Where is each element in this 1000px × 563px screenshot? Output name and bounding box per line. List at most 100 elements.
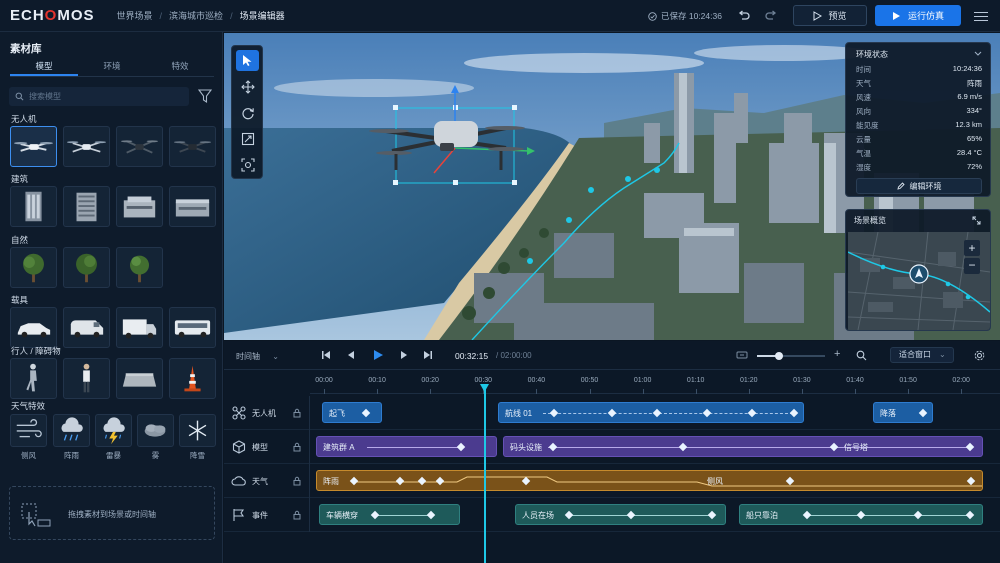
scale-tool[interactable] [236, 128, 259, 149]
play-icon [813, 10, 823, 21]
category-nature: 自然 [11, 235, 29, 245]
asset-shower[interactable] [53, 414, 90, 447]
asset-drone-2[interactable] [63, 126, 110, 167]
clip-landing[interactable]: 降落 [873, 402, 933, 423]
skip-forward-icon[interactable] [423, 350, 433, 360]
env-row-time: 时间 10:24:36 [856, 64, 982, 74]
app-logo[interactable]: ECHOMOS [10, 7, 95, 24]
asset-drone-1[interactable] [10, 126, 57, 167]
edit-icon [896, 182, 905, 190]
rotate-tool[interactable] [236, 102, 259, 123]
lock-icon[interactable] [293, 442, 301, 452]
undo-icon[interactable] [737, 9, 751, 23]
playhead[interactable] [484, 388, 486, 563]
asset-crosswind[interactable] [10, 414, 47, 447]
asset-fog[interactable] [137, 414, 174, 447]
asset-traffic-cone[interactable] [169, 358, 216, 399]
asset-barrier[interactable] [116, 358, 163, 399]
redo-icon[interactable] [764, 9, 778, 23]
skip-back-icon[interactable] [321, 350, 331, 360]
clip-dock-facility[interactable]: 码头设施 信号塔 [503, 436, 983, 457]
asset-building-1[interactable] [10, 186, 57, 227]
asset-van[interactable] [63, 307, 110, 348]
viewport-toolbar [231, 45, 263, 179]
zoom-in-button[interactable]: + [964, 240, 980, 256]
ruler-tick: 00:50 [580, 377, 599, 384]
asset-pedestrian-1[interactable] [10, 358, 57, 399]
env-row-wind-direction: 风向 334° [856, 106, 982, 116]
timeline-mode-select[interactable]: 时间轴 ⌄ [236, 351, 279, 362]
camera-tool[interactable] [236, 154, 259, 175]
tab-effects[interactable]: 特效 [146, 59, 214, 76]
clip-weather-shower[interactable]: 阵雨 侧风 [316, 470, 983, 491]
tab-environment[interactable]: 环境 [78, 59, 146, 76]
fit-window-select[interactable]: 适合窗口 ⌄ [890, 347, 954, 363]
breadcrumb-item[interactable]: 滨海城市巡检 [169, 9, 223, 22]
asset-building-3[interactable] [116, 186, 163, 227]
lock-icon[interactable] [293, 408, 301, 418]
ruler-tick: 01:00 [633, 377, 652, 384]
asset-drone-4[interactable] [169, 126, 216, 167]
ruler-tick-mark [961, 389, 963, 394]
clip-personnel-present[interactable]: 人员在场 [515, 504, 726, 525]
track-header-weather: 天气 [224, 464, 310, 498]
timeline-toolbar: 时间轴 ⌄ 00:32:15 / 02:00:00 + 适合窗口 ⌄ [224, 341, 1000, 370]
asset-drone-3[interactable] [116, 126, 163, 167]
weather-label: 侧风 [21, 451, 36, 460]
category-weather: 天气特效 [11, 401, 46, 411]
asset-tree-2[interactable] [63, 247, 110, 288]
cube-icon [232, 440, 246, 454]
step-forward-icon[interactable] [399, 350, 409, 360]
move-tool[interactable] [236, 76, 259, 97]
asset-car[interactable] [10, 307, 57, 348]
drop-zone[interactable]: 拖拽素材到场景或时间轴 [9, 486, 215, 540]
ruler-tick-mark [695, 389, 697, 394]
asset-building-4[interactable] [169, 186, 216, 227]
env-row-temperature: 气温 28.4 °C [856, 148, 982, 158]
clip-ship-berthing[interactable]: 船只靠泊 [739, 504, 983, 525]
filter-icon[interactable] [198, 88, 212, 104]
zoom-slider[interactable] [757, 352, 825, 360]
clip-takeoff[interactable]: 起飞 [322, 402, 382, 423]
tab-models[interactable]: 模型 [10, 59, 78, 76]
asset-library-panel: 素材库 模型 环境 特效 搜索模型 无人机 建筑 自然 载具 行人 / 障碍物 … [0, 32, 223, 563]
asset-truck[interactable] [116, 307, 163, 348]
asset-building-2[interactable] [63, 186, 110, 227]
env-row-wind-speed: 风速 6.9 m/s [856, 92, 982, 102]
zoom-out-timeline-icon[interactable] [736, 350, 748, 360]
step-back-icon[interactable] [346, 350, 356, 360]
lock-icon[interactable] [293, 476, 301, 486]
zoom-in-timeline-button[interactable]: + [834, 348, 840, 360]
run-simulation-button[interactable]: 运行仿真 [875, 5, 961, 26]
ruler-tick: 01:40 [846, 377, 864, 384]
weather-label: 降雪 [190, 451, 205, 460]
time-ruler[interactable]: 00:00 00:10 00:20 00:30 00:40 00:50 01:00 01:10… [310, 370, 1000, 394]
env-row-visibility: 能见度 12.3 km [856, 120, 982, 130]
weather-label: 阵雨 [64, 451, 79, 460]
menu-icon[interactable] [974, 9, 988, 23]
breadcrumb-item[interactable]: 世界场景 [117, 9, 153, 22]
asset-bus[interactable] [169, 307, 216, 348]
asset-thunderstorm[interactable] [95, 414, 132, 447]
scene-overview-map[interactable]: 场景概览 + − [845, 209, 991, 331]
check-circle-icon [648, 11, 657, 21]
edit-environment-button[interactable]: 编辑环境 [856, 178, 982, 194]
chevron-down-icon[interactable] [974, 51, 982, 57]
expand-icon[interactable] [972, 216, 981, 225]
select-tool[interactable] [236, 50, 259, 71]
clip-vehicle-crossing[interactable]: 车辆横穿 [319, 504, 460, 525]
preview-button[interactable]: 预览 [793, 5, 867, 26]
ruler-tick: 00:00 [315, 377, 333, 384]
asset-pedestrian-2[interactable] [63, 358, 110, 399]
clip-building-group-a[interactable]: 建筑群 A [316, 436, 497, 457]
search-icon[interactable] [856, 350, 867, 361]
zoom-out-button[interactable]: − [964, 258, 980, 274]
play-icon[interactable] [372, 349, 384, 361]
search-input[interactable]: 搜索模型 [9, 87, 189, 106]
settings-icon[interactable] [974, 350, 985, 361]
asset-tree-3[interactable] [116, 247, 163, 288]
lock-icon[interactable] [293, 510, 301, 520]
asset-snowfall[interactable] [179, 414, 216, 447]
asset-tree-1[interactable] [10, 247, 57, 288]
clip-route-01[interactable]: 航线 01 [498, 402, 804, 423]
